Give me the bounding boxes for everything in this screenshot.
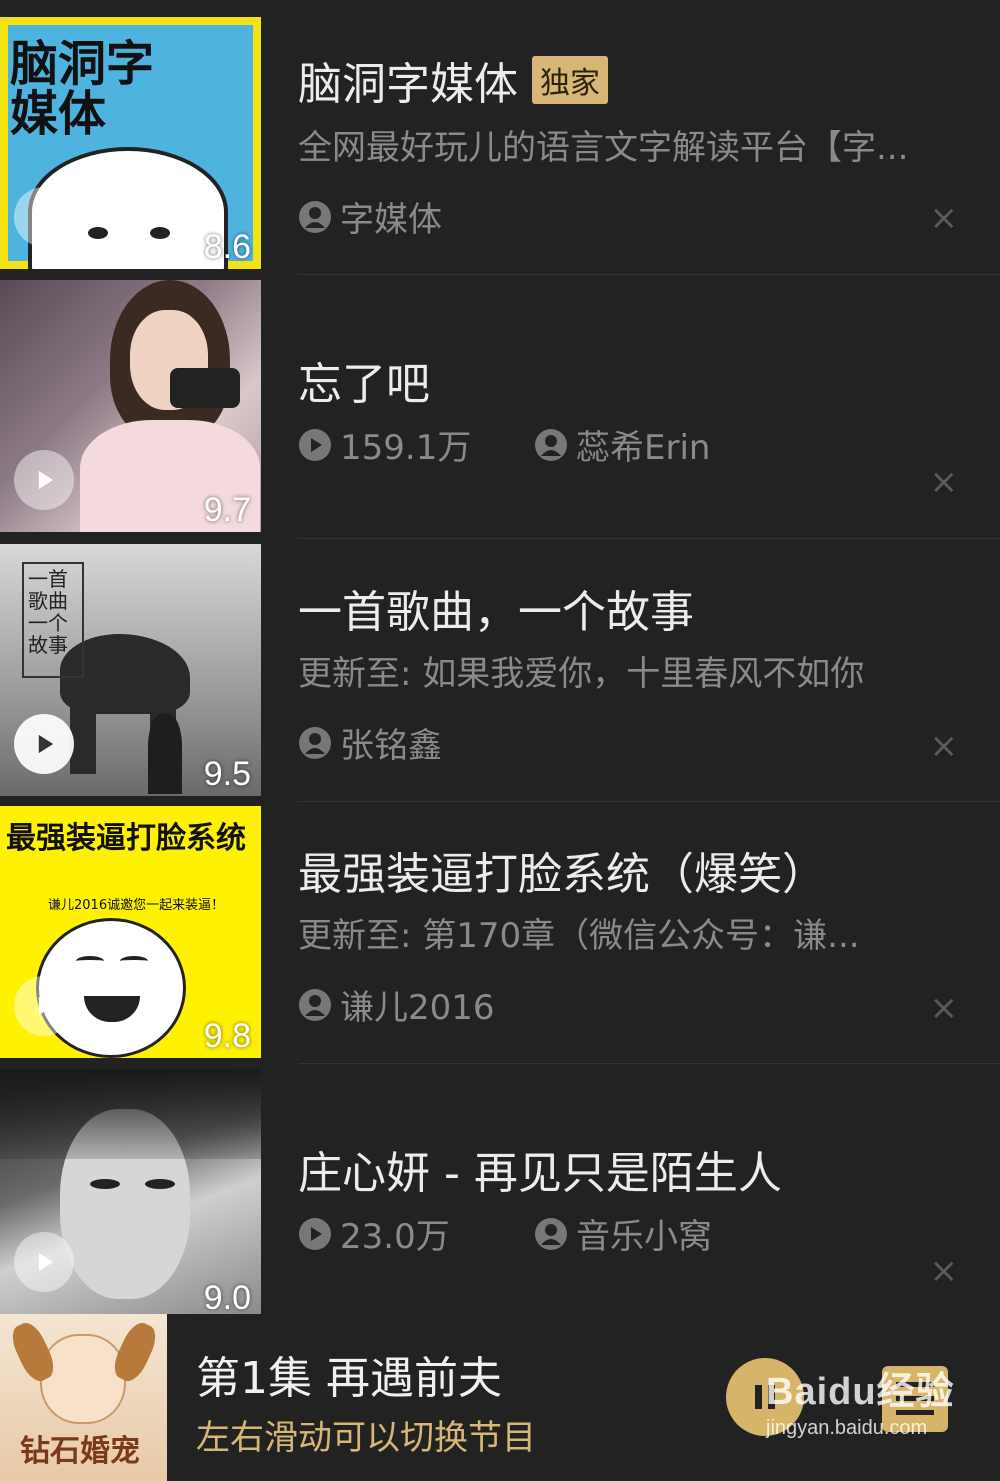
author-name: 音乐小窝 <box>576 1217 712 1257</box>
list-item[interactable]: 一首歌曲 一个故事 9.5 一首歌曲，一个故事 更新至: 如果我爱你，十里春风不… <box>0 544 1000 807</box>
score: 9.8 <box>203 1017 251 1055</box>
play-icon[interactable] <box>14 187 74 247</box>
player-cover-text: 钻石婚宠 <box>20 1434 140 1469</box>
user-icon <box>535 428 567 461</box>
item-title: 脑洞字媒体 独家 <box>298 48 608 112</box>
cover-subtitle-text: 谦儿2016诚邀您一起来装逼！ <box>48 898 225 913</box>
user-icon <box>299 988 331 1021</box>
play-count: 159.1万 <box>340 428 472 468</box>
watermark-line1: Baidu经验 <box>766 1371 955 1413</box>
author-name: 张铭鑫 <box>340 726 442 766</box>
player-hint: 左右滑动可以切换节目 <box>196 1418 536 1458</box>
play-count-icon <box>299 428 331 461</box>
item-description: 更新至: 第170章（微信公众号：谦... <box>298 916 860 956</box>
play-count: 23.0万 <box>340 1217 450 1257</box>
score: 9.0 <box>203 1279 251 1314</box>
exclusive-badge: 独家 <box>532 56 608 104</box>
item-meta: 159.1万 蕊希Erin <box>298 420 710 469</box>
close-icon[interactable]: × <box>930 198 959 238</box>
item-meta: 23.0万 音乐小窝 <box>298 1209 712 1258</box>
author-name: 字媒体 <box>340 200 442 240</box>
author-name: 谦儿2016 <box>340 988 495 1028</box>
list-item[interactable]: 脑洞字媒体 8.6 脑洞字媒体 独家 全网最好玩儿的语言文字解读平台【字... 字… <box>0 0 1000 275</box>
list-item[interactable]: 9.7 忘了吧 159.1万 蕊希Erin × <box>0 280 1000 543</box>
user-icon <box>299 726 331 759</box>
player-cover[interactable]: 钻石婚宠 <box>0 1314 167 1481</box>
cover-image[interactable]: 最强装逼打脸系统 谦儿2016诚邀您一起来装逼！ 9.8 <box>0 806 261 1058</box>
author-name: 蕊希Erin <box>576 428 711 468</box>
watermark-line2: jingyan.baidu.com <box>766 1417 928 1439</box>
list-item[interactable]: 9.0 庄心妍 - 再见只是陌生人 23.0万 音乐小窝 × <box>0 1069 1000 1332</box>
close-icon[interactable]: × <box>930 726 959 766</box>
player-title: 第1集 再遇前夫 <box>196 1353 502 1404</box>
cover-image[interactable]: 脑洞字媒体 8.6 <box>0 17 261 269</box>
item-meta: 字媒体 <box>298 192 442 241</box>
item-description: 全网最好玩儿的语言文字解读平台【字... <box>298 128 909 168</box>
user-icon <box>535 1217 567 1250</box>
play-icon[interactable] <box>14 714 74 774</box>
item-title: 一首歌曲，一个故事 <box>298 587 694 638</box>
score: 9.5 <box>203 755 251 793</box>
close-icon[interactable]: × <box>930 1251 959 1291</box>
item-title: 庄心妍 - 再见只是陌生人 <box>298 1148 782 1199</box>
cover-image[interactable]: 9.0 <box>0 1069 261 1314</box>
cover-title-text: 最强装逼打脸系统 <box>6 821 246 856</box>
item-title: 忘了吧 <box>298 359 430 410</box>
play-count-icon <box>299 1217 331 1250</box>
cover-image[interactable]: 一首歌曲 一个故事 9.5 <box>0 544 261 796</box>
close-icon[interactable]: × <box>930 988 959 1028</box>
divider <box>298 274 1000 275</box>
play-icon[interactable] <box>14 450 74 510</box>
close-icon[interactable]: × <box>930 462 959 502</box>
score: 9.7 <box>203 491 251 529</box>
cover-title-text: 一首歌曲 一个故事 <box>22 562 84 678</box>
item-description: 更新至: 如果我爱你，十里春风不如你 <box>298 654 865 694</box>
baidu-watermark: Baidu经验 jingyan.baidu.com <box>766 1360 976 1460</box>
item-title: 最强装逼打脸系统（爆笑） <box>298 849 826 900</box>
divider <box>298 801 1000 802</box>
cover-image[interactable]: 9.7 <box>0 280 261 532</box>
divider <box>298 538 1000 539</box>
user-icon <box>299 200 331 233</box>
score: 8.6 <box>203 228 251 266</box>
play-icon[interactable] <box>14 976 74 1036</box>
item-meta: 谦儿2016 <box>298 980 495 1029</box>
cover-title-text: 脑洞字媒体 <box>10 36 155 143</box>
list-item[interactable]: 最强装逼打脸系统 谦儿2016诚邀您一起来装逼！ 9.8 最强装逼打脸系统（爆笑… <box>0 806 1000 1069</box>
play-icon[interactable] <box>14 1232 74 1292</box>
divider <box>298 1063 1000 1064</box>
item-meta: 张铭鑫 <box>298 718 442 767</box>
